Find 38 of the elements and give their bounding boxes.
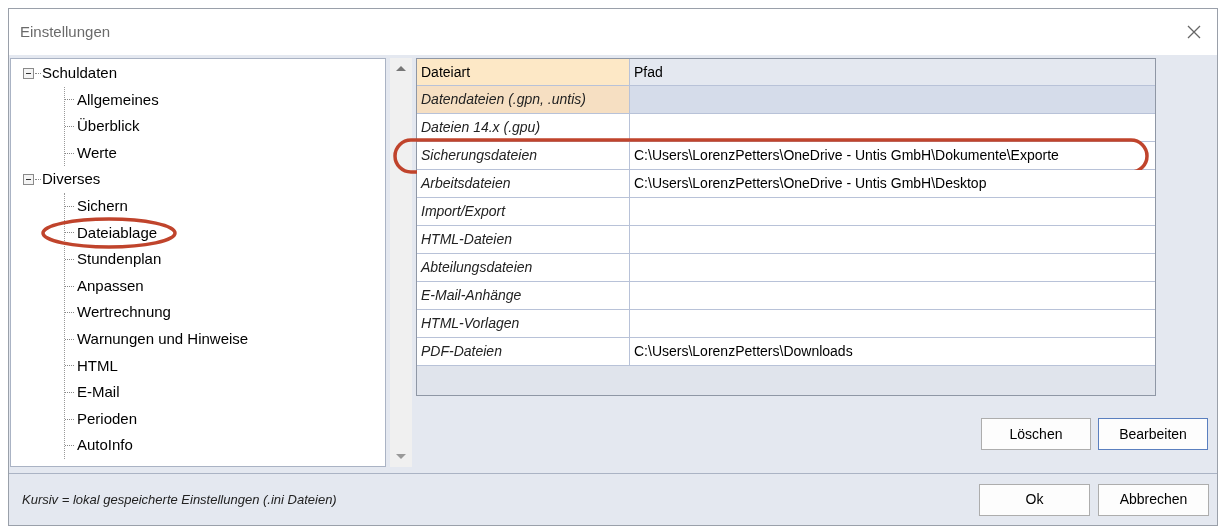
dialog-button[interactable]: Löschen (981, 418, 1091, 450)
table-cell: C:\Users\LorenzPetters\OneDrive - Untis GmbH\Desktop (630, 170, 1155, 197)
table-cell: Import/Export (417, 198, 630, 225)
footer-note: Kursiv = lokal gespeicherte Einstellungen (.ini Dateien) (22, 490, 337, 509)
tree-item[interactable]: E-Mail (77, 381, 120, 404)
scrollbar[interactable] (390, 58, 412, 467)
tree-item[interactable]: Diverses (42, 168, 101, 191)
dialog-button[interactable]: Abbrechen (1098, 483, 1209, 516)
close-icon[interactable] (1186, 24, 1202, 40)
dialog-button[interactable]: Ok (979, 483, 1090, 516)
tree-item[interactable]: Stundenplan (77, 248, 162, 271)
tree-item[interactable]: Warnungen und Hinweise (77, 328, 249, 351)
collapse-icon[interactable] (23, 174, 34, 186)
tree-item[interactable]: Schuldaten (42, 62, 118, 85)
tree-item[interactable]: HTML (77, 354, 118, 378)
tree-item[interactable]: AutoInfo (77, 434, 133, 457)
tree-item[interactable]: Überblick (77, 115, 140, 138)
column-header[interactable]: Pfad (630, 59, 1155, 85)
column-header[interactable]: Dateiart (417, 59, 630, 85)
table-cell: E-Mail-Anhänge (417, 282, 630, 309)
tree-item[interactable]: Sichern (77, 195, 128, 218)
tree-item[interactable]: Perioden (77, 407, 138, 431)
tree-item[interactable]: Werte (77, 141, 117, 165)
tree-item[interactable]: Anpassen (77, 274, 144, 298)
table-cell: Datendateien (.gpn, .untis) (417, 86, 630, 113)
dialog-button[interactable]: Bearbeiten (1098, 418, 1208, 450)
tree-item[interactable]: Allgemeines (77, 88, 159, 112)
tree-item[interactable]: Wertrechnung (77, 301, 171, 324)
collapse-icon[interactable] (23, 67, 34, 79)
table-cell: HTML-Vorlagen (417, 310, 630, 337)
table-cell: C:\Users\LorenzPetters\OneDrive - Untis GmbH\Dokumente\Exporte (630, 142, 1155, 169)
table-cell: HTML-Dateien (417, 226, 630, 253)
window-title: Einstellungen (20, 21, 111, 42)
table-cell: Arbeitsdateien (417, 170, 630, 197)
table-cell: C:\Users\LorenzPetters\Downloads (630, 338, 1155, 365)
table-cell: Sicherungsdateien (417, 142, 630, 169)
table-cell: PDF-Dateien (417, 338, 630, 365)
table-cell: Abteilungsdateien (417, 254, 630, 281)
